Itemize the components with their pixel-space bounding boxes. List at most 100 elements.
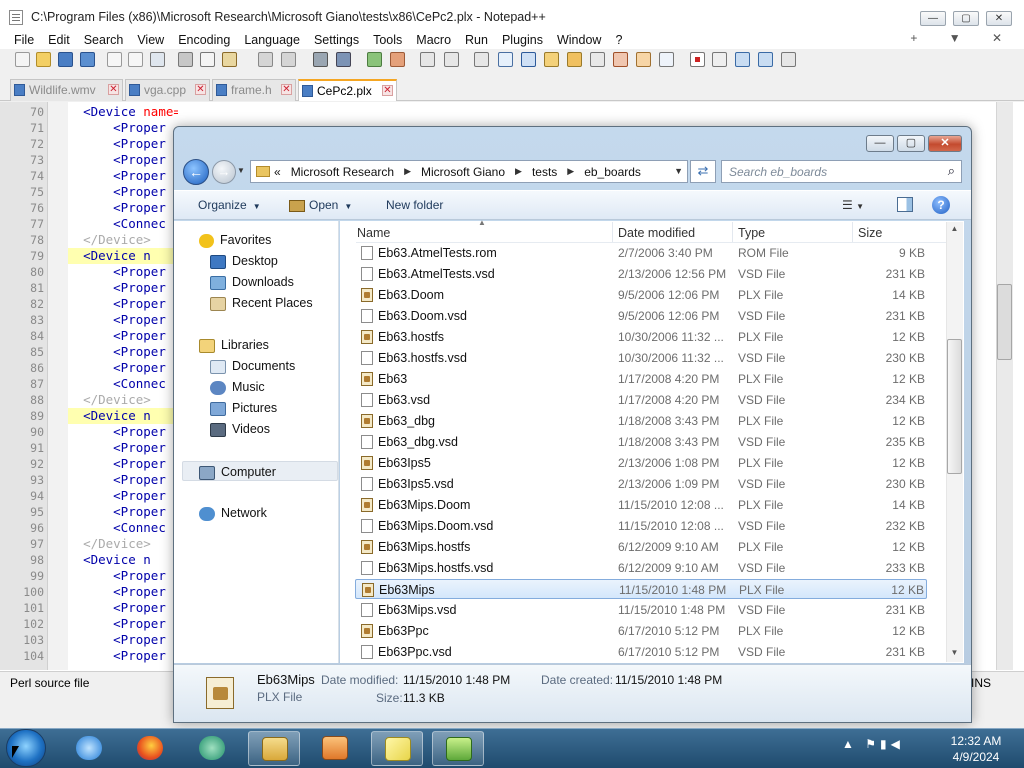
sync-vertical-icon[interactable]	[420, 52, 435, 67]
zoom-out-icon[interactable]	[390, 52, 405, 67]
menu-right-controls[interactable]: + ▼ ✕	[910, 31, 1016, 45]
save-icon[interactable]	[58, 52, 73, 67]
open-file-icon[interactable]	[36, 52, 51, 67]
nav-music[interactable]: Music	[174, 377, 265, 397]
volume-icon[interactable]: ◀	[891, 737, 904, 751]
code-line[interactable]: <Proper	[68, 424, 178, 440]
change-view-icon[interactable]: ☰ ▼	[842, 198, 864, 212]
close-all-icon[interactable]	[128, 52, 143, 67]
menu-view[interactable]: View	[130, 31, 171, 49]
code-line[interactable]: <Proper	[68, 344, 178, 360]
file-row[interactable]: Eb63Mips.Doom 11/15/2010 12:08 ... PLX Fil…	[355, 495, 927, 515]
address-bar[interactable]: « Microsoft Research ▶ Microsoft Giano ▶…	[250, 160, 688, 183]
recent-pages-icon[interactable]: ▼	[237, 166, 247, 176]
file-row[interactable]: Eb63Ppc 6/17/2010 5:12 PM PLX File 12 KB	[355, 621, 927, 641]
nav-recent-places[interactable]: Recent Places	[174, 293, 313, 313]
nav-videos[interactable]: Videos	[174, 419, 270, 439]
open-button[interactable]: Open ▼	[289, 198, 352, 212]
file-row[interactable]: Eb63.hostfs 10/30/2006 11:32 ... PLX File 1…	[355, 327, 927, 347]
breadcrumb-overflow[interactable]: «	[274, 165, 281, 179]
show-all-chars-icon[interactable]	[498, 52, 513, 67]
redo-icon[interactable]	[281, 52, 296, 67]
notification-area[interactable]: ▲ ⚑▮◀	[842, 737, 904, 751]
taskbar-windows-explorer[interactable]	[248, 731, 300, 766]
search-icon[interactable]: ⌕	[948, 163, 955, 179]
menu-file[interactable]: File	[7, 31, 41, 49]
breadcrumb-microsoft-giano[interactable]: Microsoft Giano	[421, 165, 505, 179]
record-macro-icon[interactable]	[690, 52, 705, 67]
code-line[interactable]: <Proper	[68, 184, 178, 200]
close-tab-icon[interactable]: ✕	[382, 85, 393, 96]
close-button[interactable]: ✕	[986, 11, 1012, 26]
open-folder-icon[interactable]	[636, 52, 651, 67]
clock[interactable]: 12:32 AM 4/9/2024	[946, 733, 1006, 765]
new-folder-button[interactable]: New folder	[386, 198, 443, 212]
replace-icon[interactable]	[336, 52, 351, 67]
action-center-flag-icon[interactable]: ⚑	[865, 737, 880, 751]
code-line[interactable]: <Connec	[68, 520, 178, 536]
address-dropdown-icon[interactable]: ▼	[674, 166, 683, 176]
code-line[interactable]: <Device name="Com1">	[68, 104, 178, 120]
close-tab-icon[interactable]: ✕	[108, 84, 119, 95]
code-line[interactable]: <Proper	[68, 168, 178, 184]
breadcrumb-tests[interactable]: tests	[532, 165, 557, 179]
column-divider[interactable]	[732, 222, 733, 242]
network-tray-icon[interactable]: ▮	[880, 737, 891, 751]
explorer-maximize-button[interactable]: ▢	[897, 135, 925, 152]
taskbar-notepadpp[interactable]	[432, 731, 484, 766]
code-line[interactable]: </Device>	[68, 536, 178, 552]
tab-frame[interactable]: frame.h ✕	[212, 79, 296, 101]
menu-edit[interactable]: Edit	[41, 31, 77, 49]
editor-scrollbar[interactable]	[996, 102, 1013, 670]
breadcrumb-microsoft-research[interactable]: Microsoft Research	[291, 165, 394, 179]
column-header-date[interactable]: Date modified	[618, 226, 695, 240]
code-line[interactable]: <Proper	[68, 120, 178, 136]
chevron-right-icon[interactable]: ▶	[404, 166, 411, 177]
back-button[interactable]: ←	[183, 159, 209, 185]
find-icon[interactable]	[313, 52, 328, 67]
search-input[interactable]: Search eb_boards ⌕	[721, 160, 962, 183]
file-row[interactable]: Eb63 1/17/2008 4:20 PM PLX File 12 KB	[355, 369, 927, 389]
close-file-icon[interactable]	[107, 52, 122, 67]
nav-favorites[interactable]: Favorites	[174, 230, 271, 250]
code-line[interactable]: <Connec	[68, 216, 178, 232]
chevron-right-icon[interactable]: ▶	[567, 166, 574, 177]
explorer-close-button[interactable]: ✕	[928, 135, 962, 152]
menu-search[interactable]: Search	[77, 31, 131, 49]
menu-run[interactable]: Run	[458, 31, 495, 49]
code-line[interactable]: </Device>	[68, 392, 178, 408]
function-list-icon[interactable]	[590, 52, 605, 67]
play-macro-icon[interactable]	[735, 52, 750, 67]
code-line[interactable]: <Proper	[68, 488, 178, 504]
file-row[interactable]: Eb63Ppc.vsd 6/17/2010 5:12 PM VSD File 231 …	[355, 642, 927, 662]
code-line[interactable]: <Proper	[68, 472, 178, 488]
menu-plugins[interactable]: Plugins	[495, 31, 550, 49]
refresh-icon[interactable]: ⇄	[690, 160, 716, 183]
print-icon[interactable]	[150, 52, 165, 67]
code-line[interactable]: <Proper	[68, 328, 178, 344]
code-line[interactable]: <Proper	[68, 296, 178, 312]
organize-button[interactable]: Organize ▼	[198, 198, 261, 212]
column-divider[interactable]	[612, 222, 613, 242]
file-row[interactable]: Eb63.AtmelTests.rom 2/7/2006 3:40 PM ROM F…	[355, 243, 927, 263]
nav-computer[interactable]: Computer	[182, 461, 338, 481]
code-line[interactable]: <Proper	[68, 264, 178, 280]
taskbar-sticky-notes[interactable]	[371, 731, 423, 766]
new-file-icon[interactable]	[15, 52, 30, 67]
file-row[interactable]: Eb63.Doom 9/5/2006 12:06 PM PLX File 14 KB	[355, 285, 927, 305]
file-row[interactable]: Eb63Mips.Doom.vsd 11/15/2010 12:08 ... VSD…	[355, 516, 927, 536]
column-header-name[interactable]: Name	[357, 226, 390, 240]
code-line[interactable]: <Proper	[68, 584, 178, 600]
code-line[interactable]: <Proper	[68, 616, 178, 632]
code-line[interactable]: <Proper	[68, 456, 178, 472]
save-all-icon[interactable]	[80, 52, 95, 67]
minimize-button[interactable]: —	[920, 11, 946, 26]
code-line[interactable]: <Proper	[68, 568, 178, 584]
maximize-button[interactable]: ▢	[953, 11, 979, 26]
show-hidden-icons-icon[interactable]: ▲	[842, 737, 858, 751]
fold-margin[interactable]	[48, 102, 68, 670]
file-row[interactable]: Eb63.Doom.vsd 9/5/2006 12:06 PM VSD File 23…	[355, 306, 927, 326]
code-line[interactable]: <Proper	[68, 200, 178, 216]
code-line[interactable]: <Proper	[68, 360, 178, 376]
menu-tools[interactable]: Tools	[366, 31, 409, 49]
